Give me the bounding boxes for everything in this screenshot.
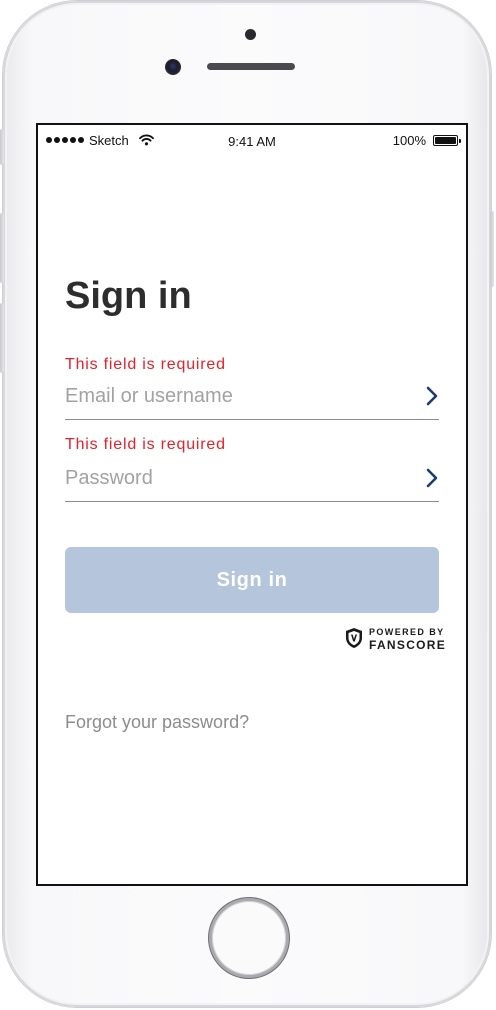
- powered-by-badge: POWERED BY FANSCORE: [345, 626, 445, 652]
- chevron-right-icon[interactable]: [425, 385, 439, 407]
- volume-up-button: [0, 213, 4, 283]
- front-camera-icon: [165, 59, 181, 75]
- chevron-right-icon[interactable]: [425, 467, 439, 489]
- fanscore-shield-icon: [346, 628, 362, 648]
- email-error-message: This field is required: [65, 356, 226, 373]
- sign-in-button[interactable]: Sign in: [65, 547, 439, 613]
- password-error-message: This field is required: [65, 436, 226, 453]
- battery-percentage: 100%: [392, 133, 426, 148]
- app-screen: Sketch 9:41 AM 100% Sign in This field i…: [36, 123, 468, 886]
- powered-by-label: POWERED BY: [369, 627, 445, 637]
- home-button[interactable]: [212, 901, 286, 975]
- phone-frame: Sketch 9:41 AM 100% Sign in This field i…: [0, 1, 494, 1007]
- fanscore-brand-name: FANSCORE: [369, 638, 447, 652]
- mute-switch: [0, 129, 4, 165]
- password-field-container: [65, 459, 439, 502]
- email-field-container: [65, 377, 439, 420]
- email-field[interactable]: [65, 377, 395, 415]
- proximity-sensor: [245, 29, 256, 40]
- status-bar: Sketch 9:41 AM 100%: [38, 125, 466, 155]
- forgot-password-link[interactable]: Forgot your password?: [65, 712, 249, 733]
- battery-icon: [433, 135, 461, 146]
- earpiece-speaker: [207, 63, 295, 70]
- volume-down-button: [0, 303, 4, 373]
- page-title: Sign in: [65, 275, 192, 317]
- password-field[interactable]: [65, 459, 395, 497]
- power-button: [490, 211, 494, 287]
